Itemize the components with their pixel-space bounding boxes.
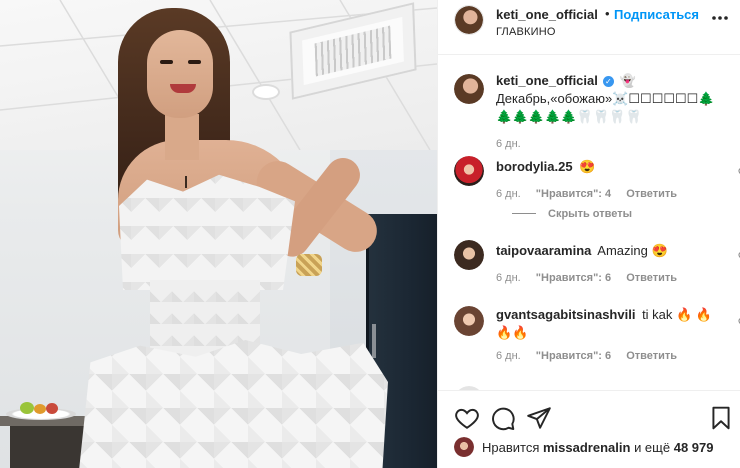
author-username[interactable]: keti_one_official (496, 7, 598, 22)
comment-text-block: taipovaaramina Amazing 😍 (496, 242, 724, 260)
reply-button[interactable]: Ответить (626, 350, 677, 362)
comment-item: borodylia.25 😍 6 дн. "Нравится": 4 Ответ… (454, 156, 740, 226)
caption-avatar[interactable] (454, 74, 484, 104)
fruit-apple (46, 403, 58, 414)
comment-text-block: gvantsagabitsinashvili ti kak 🔥 🔥🔥🔥 (496, 306, 724, 342)
commenter-avatar[interactable] (454, 156, 484, 186)
comments-list[interactable]: keti_one_official ✓ 👻 Декабрь,«обожаю»☠️☐… (438, 56, 740, 390)
gold-bracelet (296, 254, 322, 276)
fruit-orange (34, 404, 46, 414)
hide-replies-button[interactable]: Скрыть ответы (512, 208, 632, 220)
author-avatar[interactable] (454, 5, 484, 35)
comment-text: 😍 (579, 159, 596, 174)
comment-meta: 6 дн. "Нравится": 6 Ответить (496, 350, 689, 362)
comment-text-block: borodylia.25 😍 (496, 158, 724, 176)
comment-likes[interactable]: "Нравится": 4 (536, 188, 611, 200)
post-actions: Нравится missadrenalin и ещё 48 979 (438, 390, 740, 468)
liker-username[interactable]: missadrenalin (543, 440, 630, 455)
woman-neck (165, 114, 199, 160)
likes-summary: Нравится missadrenalin и ещё 48 979 (482, 440, 713, 455)
likes-suffix: и ещё (634, 440, 671, 455)
verified-badge-icon: ✓ (602, 76, 614, 87)
post-photo[interactable] (0, 0, 437, 468)
comment-meta: 6 дн. "Нравится": 6 Ответить (496, 272, 689, 284)
header-separator: • (605, 6, 610, 21)
likes-prefix: Нравится (482, 440, 540, 455)
follow-button[interactable]: Подписаться (614, 7, 699, 22)
comment-item-partial (454, 382, 734, 390)
woman-eye-right (188, 60, 201, 64)
comment-time[interactable]: 6 дн. (496, 272, 521, 284)
caption-meta: 6 дн. (496, 138, 533, 150)
instagram-post: keti_one_official • Подписаться ГЛАВКИНО… (0, 0, 740, 468)
caption-time[interactable]: 6 дн. (496, 138, 521, 150)
commenter-avatar[interactable] (454, 240, 484, 270)
comment-likes[interactable]: "Нравится": 6 (536, 272, 611, 284)
commenter-username[interactable]: borodylia.25 (496, 159, 573, 174)
caption-comment: keti_one_official ✓ 👻 Декабрь,«обожаю»☠️☐… (454, 72, 734, 152)
post-sidebar: keti_one_official • Подписаться ГЛАВКИНО… (437, 0, 740, 468)
comment-item: gvantsagabitsinashvili ti kak 🔥 🔥🔥🔥 6 дн… (454, 304, 740, 374)
woman-eye-left (160, 60, 173, 64)
comment-time[interactable]: 6 дн. (496, 188, 521, 200)
comment-text: Amazing 😍 (597, 243, 668, 258)
liker-avatar[interactable] (454, 437, 474, 457)
caption-text-block: keti_one_official ✓ 👻 Декабрь,«обожаю»☠️☐… (496, 72, 724, 126)
comment-time[interactable]: 6 дн. (496, 350, 521, 362)
more-horizontal-icon[interactable] (710, 8, 730, 28)
commenter-username[interactable]: gvantsagabitsinashvili (496, 307, 635, 322)
cross-necklace (185, 176, 187, 188)
commenter-avatar[interactable] (454, 306, 484, 336)
door-handle (372, 324, 376, 358)
woman-face (147, 30, 213, 118)
comment-bubble-icon[interactable] (490, 405, 516, 431)
reply-button[interactable]: Ответить (626, 188, 677, 200)
comment-item: taipovaaramina Amazing 😍 6 дн. "Нравится… (454, 240, 740, 290)
fruit-lime (20, 402, 34, 414)
comment-meta: 6 дн. "Нравится": 4 Ответить (496, 188, 689, 200)
post-location[interactable]: ГЛАВКИНО (496, 26, 556, 38)
paper-plane-icon[interactable] (526, 405, 552, 431)
caption-username[interactable]: keti_one_official (496, 73, 598, 88)
origami-dress-skirt (78, 340, 388, 468)
likes-count[interactable]: 48 979 (674, 440, 714, 455)
commenter-username[interactable]: taipovaaramina (496, 243, 591, 258)
reply-button[interactable]: Ответить (626, 272, 677, 284)
heart-outline-icon[interactable] (454, 405, 480, 431)
post-header: keti_one_official • Подписаться ГЛАВКИНО (438, 0, 740, 55)
ceiling-light (252, 84, 280, 100)
comment-likes[interactable]: "Нравится": 6 (536, 350, 611, 362)
bookmark-icon[interactable] (708, 405, 734, 431)
